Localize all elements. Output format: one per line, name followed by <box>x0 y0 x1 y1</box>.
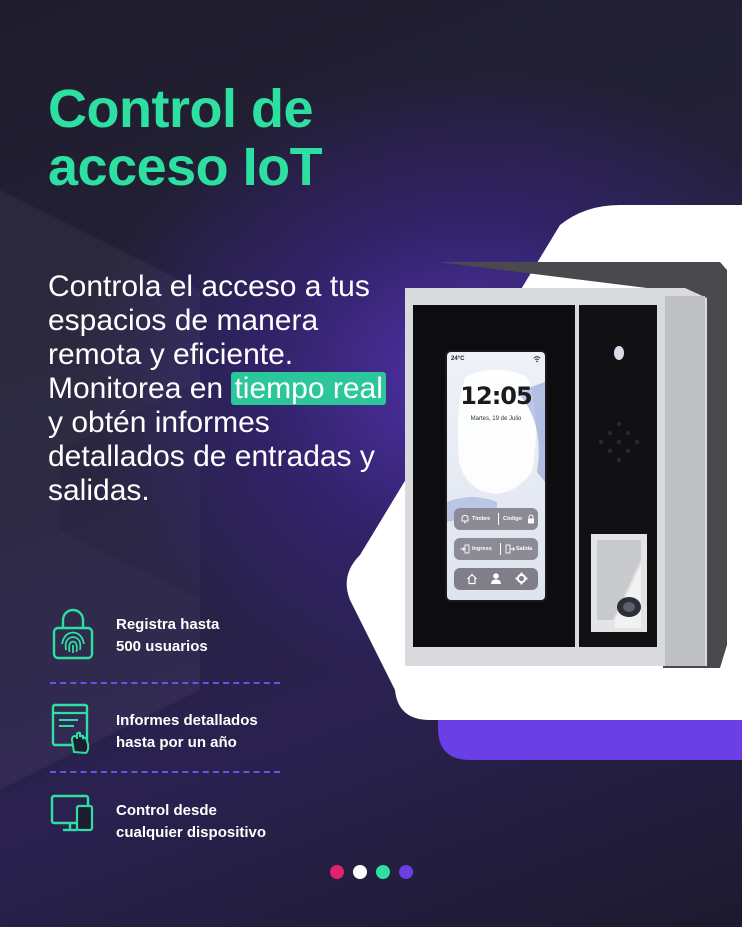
pager-dot-4[interactable] <box>399 865 413 879</box>
title-line-1: Control de <box>48 79 313 139</box>
lock-icon <box>528 514 534 524</box>
home-icon[interactable] <box>466 573 478 585</box>
pager-dot-1[interactable] <box>330 865 344 879</box>
screen-button-row-1: Timbre Código <box>454 508 538 530</box>
doorbell-button[interactable]: Timbre <box>472 516 490 522</box>
fingerprint-lock-icon <box>52 608 94 660</box>
report-hand-icon <box>51 703 90 755</box>
exit-door-icon <box>505 544 515 554</box>
user-icon[interactable] <box>490 572 502 585</box>
feature-reports-line-1: Informes detallados <box>116 712 258 729</box>
promo-card: Control de acceso IoT Controla el acceso… <box>0 0 742 927</box>
feature-reports: Informes detallados hasta por un año <box>50 702 310 756</box>
code-button[interactable]: Código <box>503 516 522 522</box>
feature-reports-text: Informes detallados hasta por un año <box>116 710 258 754</box>
description-text-after: y obtén informes detallados de entradas … <box>48 406 375 507</box>
devices-icon <box>50 794 94 832</box>
pager-dot-3[interactable] <box>376 865 390 879</box>
screen-nav-bar <box>454 568 538 590</box>
entry-button[interactable]: Ingreso <box>472 546 492 552</box>
pager-dots <box>330 865 420 881</box>
screen-button-row-2: Ingreso Salida <box>454 538 538 560</box>
feature-devices-line-2: cualquier dispositivo <box>116 824 267 841</box>
bell-icon <box>461 514 469 524</box>
feature-users: Registra hasta 500 usuarios <box>50 606 310 660</box>
title-line-2: acceso IoT <box>48 137 323 197</box>
pager-dot-2[interactable] <box>353 865 367 879</box>
description: Controla el acceso a tus espacios de man… <box>48 270 388 508</box>
feature-users-line-2: 500 usuarios <box>116 638 208 655</box>
wifi-icon <box>533 356 541 363</box>
feature-devices-line-1: Control desde <box>116 802 217 819</box>
gear-icon[interactable] <box>515 572 528 585</box>
feature-devices-text: Control desde cualquier dispositivo <box>116 800 266 844</box>
feature-reports-line-2: hasta por un año <box>116 734 237 751</box>
feature-users-line-1: Registra hasta <box>116 616 220 633</box>
feature-users-text: Registra hasta 500 usuarios <box>116 614 219 658</box>
page-title: Control de acceso IoT <box>48 79 323 197</box>
device-screen: 24°C 12:05 Martes, 19 de Julio Timbre Có… <box>447 352 545 600</box>
dashed-divider <box>50 771 280 773</box>
dashed-divider <box>50 682 280 684</box>
feature-devices: Control desde cualquier dispositivo <box>50 792 310 846</box>
exit-button[interactable]: Salida <box>516 546 532 552</box>
entry-door-icon <box>460 544 470 554</box>
clock-time: 12:05 <box>460 382 532 410</box>
temperature-readout: 24°C <box>451 356 465 362</box>
clock-date: Martes, 19 de Julio <box>470 416 522 422</box>
